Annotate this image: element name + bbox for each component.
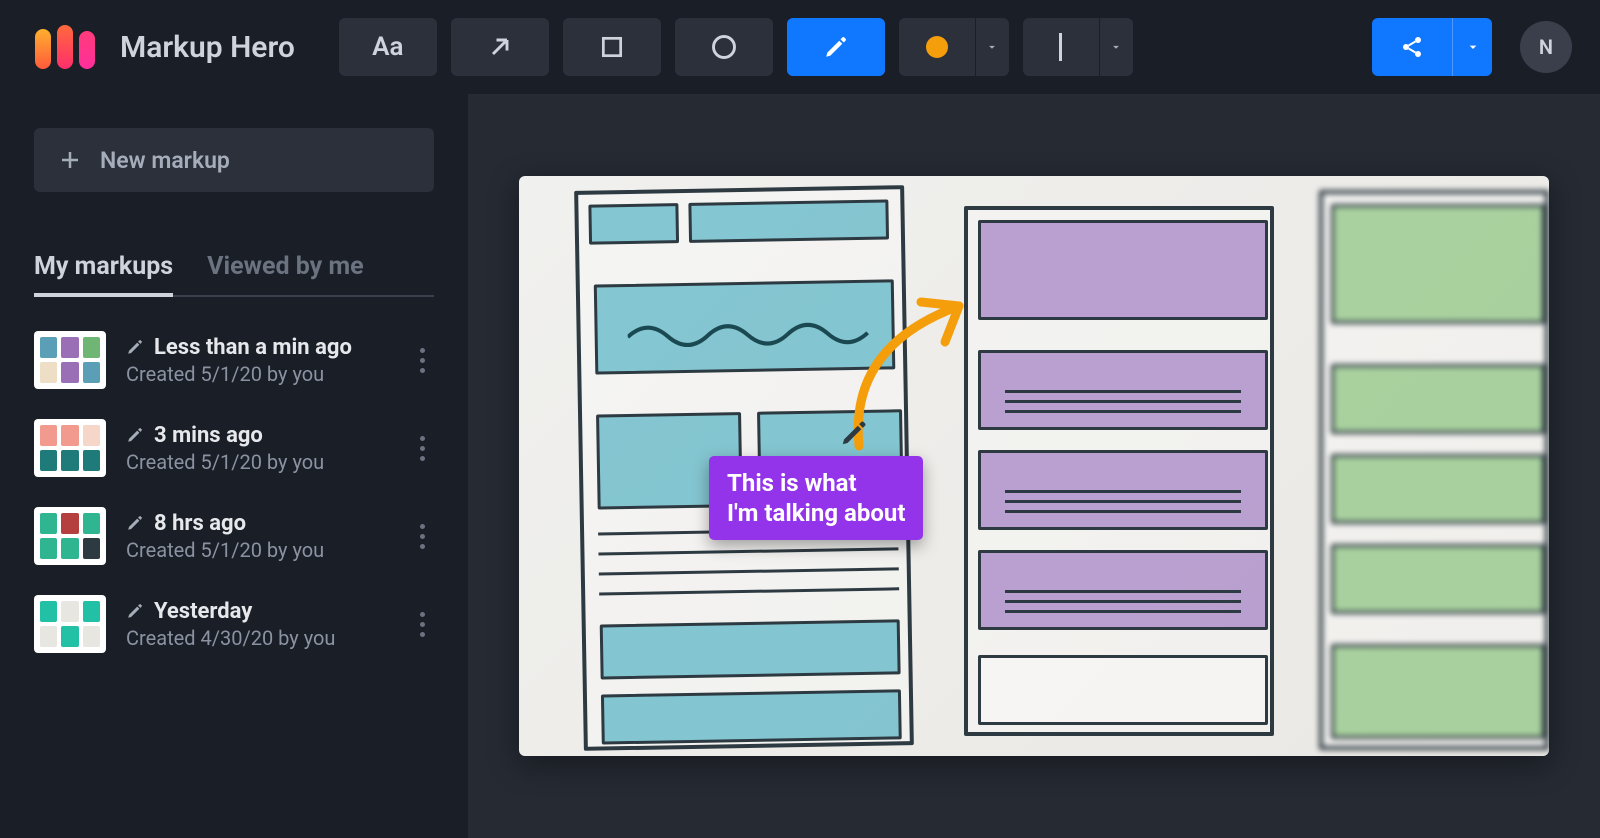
more-menu-button[interactable]	[410, 612, 434, 637]
text-icon: Aa	[372, 32, 403, 62]
markup-thumbnail	[34, 331, 106, 389]
wireframe-sketch	[1319, 190, 1549, 750]
chevron-down-icon	[1099, 18, 1133, 76]
item-title: Less than a min ago	[154, 335, 352, 360]
text-tool-button[interactable]: Aa	[339, 18, 437, 76]
list-item[interactable]: Less than a min agoCreated 5/1/20 by you	[34, 331, 434, 389]
new-markup-label: New markup	[100, 147, 230, 174]
rectangle-tool-button[interactable]	[563, 18, 661, 76]
item-info: YesterdayCreated 4/30/20 by you	[126, 599, 390, 650]
canvas[interactable]: This is what I'm talking about	[519, 176, 1549, 756]
item-title: Yesterday	[154, 599, 252, 624]
markup-list: Less than a min agoCreated 5/1/20 by you…	[34, 331, 434, 653]
toolbar: Markup Hero Aa	[0, 0, 1600, 94]
item-subtitle: Created 4/30/20 by you	[126, 626, 390, 650]
canvas-area: This is what I'm talking about	[468, 94, 1600, 838]
markup-thumbnail	[34, 595, 106, 653]
markup-thumbnail	[34, 507, 106, 565]
item-title: 8 hrs ago	[154, 511, 246, 536]
item-info: Less than a min agoCreated 5/1/20 by you	[126, 335, 390, 386]
pen-icon	[823, 34, 849, 60]
list-item[interactable]: 3 mins agoCreated 5/1/20 by you	[34, 419, 434, 477]
circle-icon	[710, 33, 738, 61]
app-title: Markup Hero	[120, 30, 295, 65]
pen-tool-button[interactable]	[787, 18, 885, 76]
plus-icon	[58, 148, 82, 172]
app-logo[interactable]	[28, 20, 102, 74]
pen-icon	[126, 426, 144, 444]
more-menu-button[interactable]	[410, 436, 434, 461]
new-markup-button[interactable]: New markup	[34, 128, 434, 192]
circle-tool-button[interactable]	[675, 18, 773, 76]
item-subtitle: Created 5/1/20 by you	[126, 450, 390, 474]
rectangle-icon	[599, 34, 625, 60]
sidebar: New markup My markups Viewed by me Less …	[0, 94, 468, 838]
tab-my-markups[interactable]: My markups	[34, 252, 173, 295]
pen-icon	[126, 514, 144, 532]
chevron-down-icon	[1452, 18, 1492, 76]
list-item[interactable]: 8 hrs agoCreated 5/1/20 by you	[34, 507, 434, 565]
arrow-tool-button[interactable]	[451, 18, 549, 76]
stroke-picker-button[interactable]	[1023, 18, 1133, 76]
chevron-down-icon	[975, 18, 1009, 76]
item-subtitle: Created 5/1/20 by you	[126, 538, 390, 562]
pen-cursor-icon	[839, 418, 869, 448]
pen-icon	[126, 338, 144, 356]
pen-icon	[126, 602, 144, 620]
color-picker-button[interactable]	[899, 18, 1009, 76]
stroke-width-icon	[1059, 33, 1062, 61]
more-menu-button[interactable]	[410, 348, 434, 373]
sidebar-tabs: My markups Viewed by me	[34, 252, 434, 297]
share-button[interactable]	[1372, 18, 1492, 76]
text-annotation[interactable]: This is what I'm talking about	[709, 456, 923, 540]
annotation-text: This is what I'm talking about	[727, 469, 905, 527]
user-avatar[interactable]: N	[1520, 21, 1572, 73]
list-item[interactable]: YesterdayCreated 4/30/20 by you	[34, 595, 434, 653]
more-menu-button[interactable]	[410, 524, 434, 549]
item-title: 3 mins ago	[154, 423, 263, 448]
arrow-icon	[486, 33, 514, 61]
markup-thumbnail	[34, 419, 106, 477]
share-icon	[1400, 35, 1424, 59]
tab-viewed-by-me[interactable]: Viewed by me	[207, 252, 363, 295]
item-info: 8 hrs agoCreated 5/1/20 by you	[126, 511, 390, 562]
color-swatch-icon	[926, 36, 948, 58]
item-subtitle: Created 5/1/20 by you	[126, 362, 390, 386]
wireframe-sketch	[964, 206, 1274, 736]
item-info: 3 mins agoCreated 5/1/20 by you	[126, 423, 390, 474]
